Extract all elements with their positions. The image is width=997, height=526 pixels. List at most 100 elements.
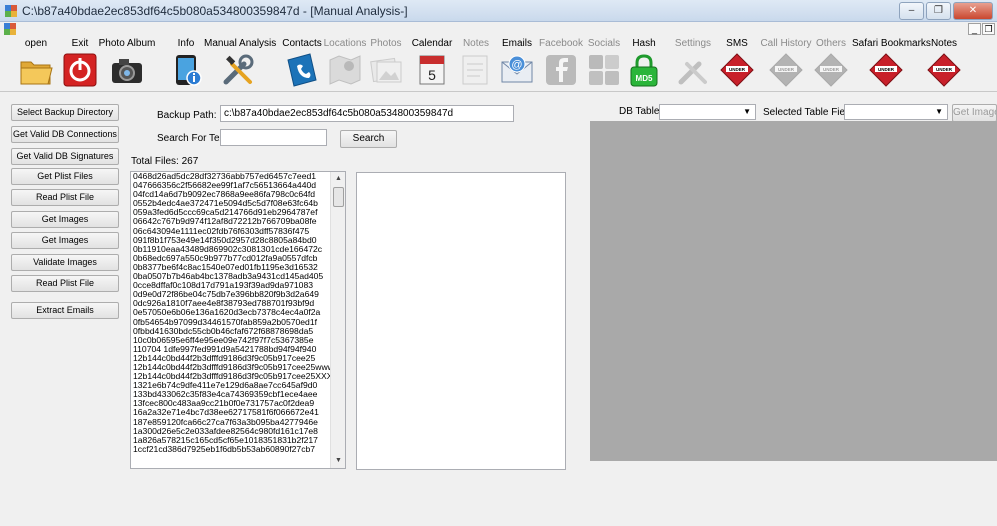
md5-icon-text: MD5: [636, 74, 653, 83]
toolbar-label: Manual Analysis: [204, 38, 277, 49]
under-icon-text: UNDER: [729, 67, 746, 72]
toolbar-manual-analysis-button[interactable]: Manual Analysis: [204, 37, 277, 91]
md5-lock-icon: MD5: [630, 54, 658, 87]
under-icon-text: UNDER: [823, 67, 840, 72]
scroll-up-icon[interactable]: ▲: [331, 172, 345, 186]
search-button[interactable]: Search: [340, 130, 397, 148]
power-icon: [63, 53, 97, 87]
get-images-button[interactable]: Get Images: [11, 211, 119, 228]
under-icon-text: UNDER: [936, 67, 953, 72]
read-plist-file-button-2[interactable]: Read Plist File: [11, 275, 119, 292]
close-button[interactable]: ✕: [953, 2, 993, 20]
extract-emails-button[interactable]: Extract Emails: [11, 302, 119, 319]
toolbar-label: Others: [815, 38, 846, 49]
get-images-button-2[interactable]: Get Images: [11, 232, 119, 249]
title-bar: C:\b87a40bdae2ec853df64c5b080a5348003598…: [0, 0, 997, 22]
notes-icon: [462, 55, 488, 85]
toolbar-photos-button[interactable]: Photos: [368, 37, 404, 91]
files-scrollbar[interactable]: ▲ ▼: [330, 172, 345, 468]
under-construction-icon: UNDER: [814, 53, 848, 87]
toolbar-label: Facebook: [539, 38, 583, 49]
toolbar-notes-uc-button[interactable]: Notes UNDER: [926, 37, 962, 91]
facebook-icon: [546, 55, 576, 85]
toolbar-emails-button[interactable]: Emails @: [497, 37, 537, 91]
files-list: 0468d26ad5dc28df32736abb757ed6457c7eed1 0…: [131, 172, 345, 454]
toolbar-settings-button[interactable]: Settings: [673, 37, 713, 91]
toolbar-info-button[interactable]: Info: [168, 37, 204, 91]
toolbar-safari-bookmarks-button[interactable]: Safari Bookmarks UNDER: [852, 37, 931, 91]
select-backup-directory-button[interactable]: Select Backup Directory: [11, 104, 119, 121]
tools-icon: [223, 54, 254, 85]
selected-table-fields-select[interactable]: ▼: [844, 104, 948, 120]
toolbar-calendar-button[interactable]: Calendar 5: [410, 37, 454, 91]
read-plist-file-button[interactable]: Read Plist File: [11, 189, 119, 206]
toolbar-label: Safari Bookmarks: [852, 38, 931, 49]
get-valid-db-signatures-button[interactable]: Get Valid DB Signatures: [11, 148, 119, 165]
minimize-button[interactable]: –: [899, 2, 924, 20]
under-construction-icon: UNDER: [769, 53, 803, 87]
toolbar-notes-button[interactable]: Notes: [456, 37, 496, 91]
app-icon: [5, 5, 17, 17]
toolbar-contacts-button[interactable]: Contacts: [280, 37, 324, 91]
file-contents-listbox[interactable]: [356, 172, 566, 470]
toolbar-label: Locations: [323, 38, 367, 49]
toolbar-photo-album-button[interactable]: Photo Album: [94, 37, 160, 91]
folder-icon: [20, 61, 53, 85]
toolbar-label: Emails: [501, 38, 532, 49]
toolbar-label: Info: [177, 38, 195, 49]
toolbar-label: SMS: [726, 38, 748, 49]
toolbar-label: Photo Album: [98, 38, 156, 49]
window-title: C:\b87a40bdae2ec853df64c5b080a5348003598…: [22, 4, 408, 18]
list-item[interactable]: 1ccf21cd386d7925eb1f6db5b53ab60890f27cb7: [131, 444, 345, 454]
toolbar-socials-button[interactable]: Socials: [586, 37, 622, 91]
toolbar-others-button[interactable]: Others UNDER: [813, 37, 849, 91]
image-preview-panel: [590, 121, 997, 461]
toolbar-label: open: [24, 38, 48, 49]
scroll-thumb[interactable]: [333, 187, 344, 207]
mdi-restore-button[interactable]: ❐: [982, 23, 995, 35]
socials-icon: [589, 55, 619, 85]
get-valid-db-connections-button[interactable]: Get Valid DB Connections: [11, 126, 119, 143]
search-input[interactable]: [220, 129, 327, 146]
toolbar-sms-button[interactable]: SMS UNDER: [718, 37, 756, 91]
get-plist-files-button[interactable]: Get Plist Files: [11, 168, 119, 185]
toolbar-label: Notes: [462, 38, 490, 49]
toolbar-locations-button[interactable]: Locations: [323, 37, 367, 91]
mdi-menu-bar: _ ❐: [0, 22, 997, 36]
toolbar-label: Notes: [930, 38, 958, 49]
db-tables-select[interactable]: ▼: [659, 104, 756, 120]
svg-text:@: @: [511, 59, 522, 71]
under-construction-icon: UNDER: [869, 53, 903, 87]
toolbar-label: Calendar: [411, 38, 453, 49]
toolbar-label: Settings: [674, 38, 712, 49]
toolbar-label: Photos: [370, 38, 402, 49]
get-images-disabled-button[interactable]: Get Images: [952, 104, 997, 122]
phone-info-icon: [176, 55, 202, 86]
toolbar-label: Hash: [632, 38, 656, 49]
under-construction-icon: UNDER: [927, 53, 961, 87]
maximize-button[interactable]: ❐: [926, 2, 951, 20]
toolbar: open Exit Photo Album Info Manual Analys…: [0, 37, 997, 92]
scroll-down-icon[interactable]: ▼: [331, 454, 345, 468]
toolbar-open-button[interactable]: open: [18, 37, 54, 91]
toolbar-label: Call History: [760, 38, 812, 49]
svg-text:5: 5: [428, 67, 436, 83]
camera-icon: [112, 59, 142, 83]
chevron-down-icon: ▼: [743, 107, 751, 116]
mdi-minimize-button[interactable]: _: [968, 23, 981, 35]
toolbar-facebook-button[interactable]: Facebook: [538, 37, 584, 91]
backup-path-field[interactable]: c:\b87a40bdae2ec853df64c5b080a5348003598…: [220, 105, 514, 122]
contacts-icon: [287, 53, 317, 87]
total-files-label: Total Files: 267: [131, 156, 199, 167]
under-construction-icon: UNDER: [720, 53, 754, 87]
toolbar-hash-button[interactable]: Hash MD5: [626, 37, 662, 91]
files-listbox[interactable]: 0468d26ad5dc28df32736abb757ed6457c7eed1 0…: [130, 171, 346, 469]
backup-path-label: Backup Path:: [157, 110, 217, 121]
toolbar-label: Socials: [587, 38, 621, 49]
under-icon-text: UNDER: [778, 67, 795, 72]
validate-images-button[interactable]: Validate Images: [11, 254, 119, 271]
toolbar-exit-button[interactable]: Exit: [62, 37, 98, 91]
toolbar-label: Contacts: [282, 38, 322, 49]
toolbar-label: Exit: [71, 38, 89, 49]
toolbar-call-history-button[interactable]: Call History UNDER: [760, 37, 812, 91]
